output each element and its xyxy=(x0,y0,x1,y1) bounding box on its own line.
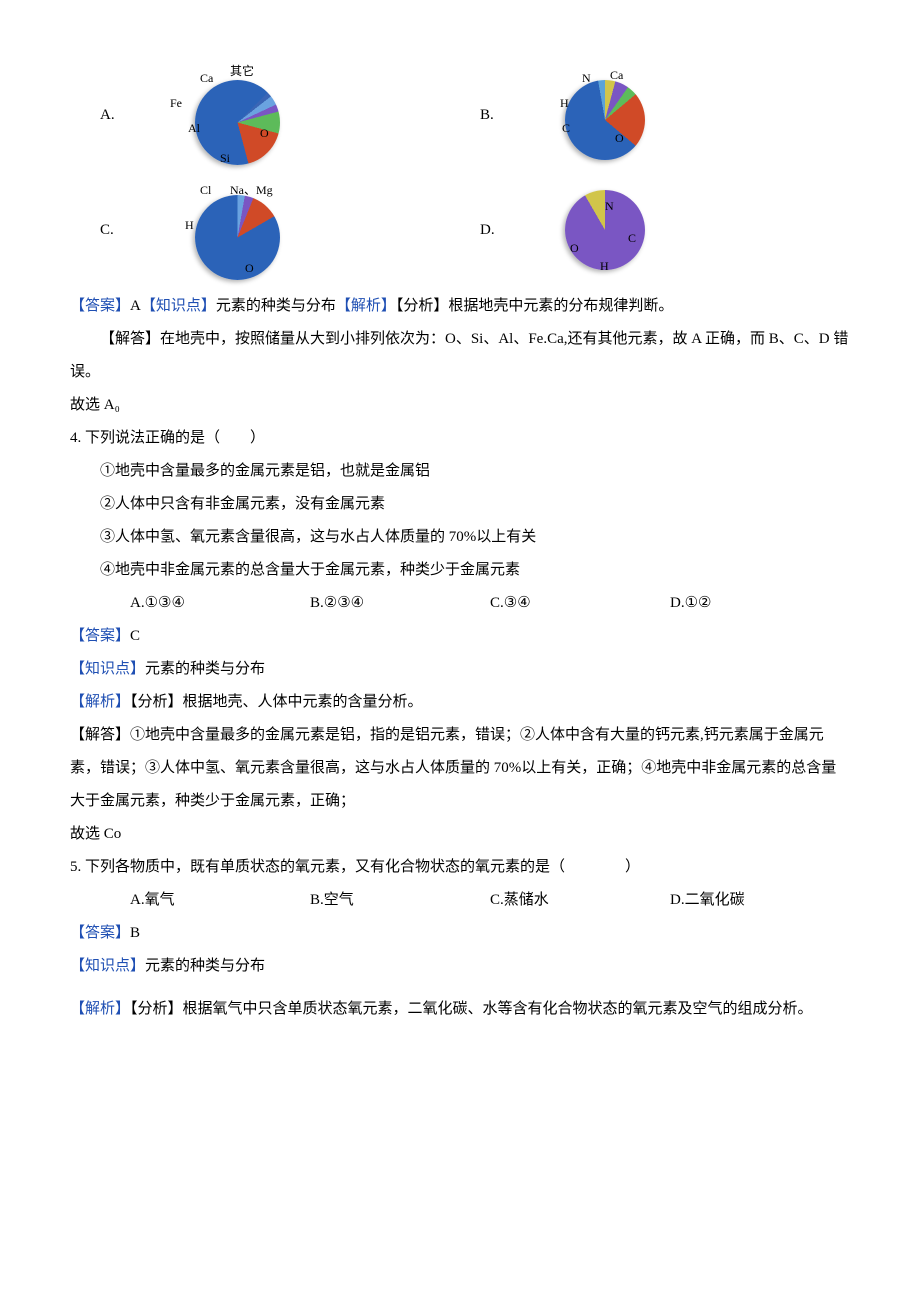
q3-answer-label: 【答案】 xyxy=(70,298,130,314)
q3-kp-value: 元素的种类与分布 xyxy=(216,298,336,314)
pie-d-label-h: H xyxy=(600,253,609,279)
q4-kp-label: 【知识点】 xyxy=(70,661,145,677)
q3-answer-value: A xyxy=(130,298,141,314)
pie-chart-a: 其它 Ca Fe Al Si O xyxy=(140,60,310,170)
q3-answer-line: 【答案】A【知识点】元素的种类与分布【解析】【分析】根据地壳中元素的分布规律判断… xyxy=(70,290,850,323)
pie-a-label-ca: Ca xyxy=(200,65,213,91)
q4-analysis-line: 【解析】【分析】根据地壳、人体中元素的含量分析。 xyxy=(70,686,850,719)
pie-d-label-n: N xyxy=(605,193,614,219)
q5-choice-d: D.二氧化碳 xyxy=(670,884,850,917)
q3-kp-label: 【知识点】 xyxy=(141,298,216,314)
pie-b-label-ca: Ca xyxy=(610,62,623,88)
q4-s4: ④地壳中非金属元素的总含量大于金属元素，种类少于金属元素 xyxy=(70,554,850,587)
q5-stem: 5. 下列各物质中，既有单质状态的氧元素，又有化合物状态的氧元素的是（ ） xyxy=(70,851,850,884)
pie-c-circle xyxy=(195,195,280,280)
q4-s1: ①地壳中含量最多的金属元素是铝，也就是金属铝 xyxy=(70,455,850,488)
pie-chart-b: N Ca H C O xyxy=(520,70,670,160)
pie-b-label-o: O xyxy=(615,125,624,151)
q5-analysis-label: 【解析】 xyxy=(70,1001,130,1017)
q4-analysis-value: 【分析】根据地壳、人体中元素的含量分析。 xyxy=(130,694,423,710)
q5-choices-row: A.氧气 B.空气 C.蒸储水 D.二氧化碳 xyxy=(70,884,850,917)
q5-analysis-line: 【解析】【分析】根据氧气中只含单质状态氧元素，二氧化碳、水等含有化合物状态的氧元… xyxy=(70,993,850,1026)
q4-kp-line: 【知识点】元素的种类与分布 xyxy=(70,653,850,686)
pie-chart-c: Cl Na、Mg H O xyxy=(140,180,310,280)
q4-kp-value: 元素的种类与分布 xyxy=(145,661,265,677)
q3-analysis-value: 【分析】根据地壳中元素的分布规律判断。 xyxy=(396,298,674,314)
q4-answer-value: C xyxy=(130,628,140,644)
q5-answer-value: B xyxy=(130,925,140,941)
pie-c-label-namg: Na、Mg xyxy=(230,177,273,203)
option-row-cd: C. Cl Na、Mg H O D. N C H O xyxy=(70,180,850,280)
pie-a-label-fe: Fe xyxy=(170,90,182,116)
q4-answer-label: 【答案】 xyxy=(70,628,130,644)
pie-a-label-al: Al xyxy=(188,115,200,141)
q4-stem: 4. 下列说法正确的是（ ） xyxy=(70,422,850,455)
q4-analysis-label: 【解析】 xyxy=(70,694,130,710)
q3-analysis-label: 【解析】 xyxy=(336,298,396,314)
option-b-label: B. xyxy=(450,99,520,132)
q5-analysis-value: 【分析】根据氧气中只含单质状态氧元素，二氧化碳、水等含有化合物状态的氧元素及空气… xyxy=(130,1001,813,1017)
q5-answer-label: 【答案】 xyxy=(70,925,130,941)
q4-choice-b: B.②③④ xyxy=(310,587,490,620)
q5-choice-a: A.氧气 xyxy=(130,884,310,917)
q4-s2: ②人体中只含有非金属元素，没有金属元素 xyxy=(70,488,850,521)
option-c-label: C. xyxy=(70,214,140,247)
option-d-label: D. xyxy=(450,214,520,247)
pie-c-label-o: O xyxy=(245,255,254,281)
pie-chart-d: N C H O xyxy=(520,185,670,275)
pie-a-label-o: O xyxy=(260,120,269,146)
q3-solve: 【解答】在地壳中，按照储量从大到小排列依次为：O、Si、Al、Fe.Ca,还有其… xyxy=(70,323,850,389)
pie-b-label-c: C xyxy=(562,115,570,141)
option-a-label: A. xyxy=(70,99,140,132)
option-d-cell: D. N C H O xyxy=(450,185,670,275)
q4-choices-row: A.①③④ B.②③④ C.③④ D.①② xyxy=(70,587,850,620)
pie-b-label-h: H xyxy=(560,90,569,116)
pie-b-circle xyxy=(565,80,645,160)
q5-kp-value: 元素的种类与分布 xyxy=(145,958,265,974)
pie-d-label-o: O xyxy=(570,235,579,261)
pie-c-label-h: H xyxy=(185,212,194,238)
option-a-cell: A. 其它 Ca Fe Al Si O xyxy=(70,60,450,170)
q5-kp-label: 【知识点】 xyxy=(70,958,145,974)
q3-therefore: 故选 A₀ xyxy=(70,389,850,422)
q5-answer-line: 【答案】B xyxy=(70,917,850,950)
q4-s3: ③人体中氢、氧元素含量很高，这与水占人体质量的 70%以上有关 xyxy=(70,521,850,554)
q4-therefore: 故选 Co xyxy=(70,818,850,851)
q4-answer-line: 【答案】C xyxy=(70,620,850,653)
q4-choice-a: A.①③④ xyxy=(130,587,310,620)
q4-solve: 【解答】①地壳中含量最多的金属元素是铝，指的是铝元素，错误；②人体中含有大量的钙… xyxy=(70,719,850,818)
q5-choice-c: C.蒸储水 xyxy=(490,884,670,917)
pie-a-label-other: 其它 xyxy=(230,58,254,84)
option-c-cell: C. Cl Na、Mg H O xyxy=(70,180,450,280)
q4-choice-d: D.①② xyxy=(670,587,850,620)
option-row-ab: A. 其它 Ca Fe Al Si O B. N Ca H C O xyxy=(70,60,850,170)
pie-a-label-si: Si xyxy=(220,145,230,171)
q4-choice-c: C.③④ xyxy=(490,587,670,620)
pie-d-label-c: C xyxy=(628,225,636,251)
q5-kp-line: 【知识点】元素的种类与分布 xyxy=(70,950,850,983)
pie-b-label-n: N xyxy=(582,65,591,91)
option-b-cell: B. N Ca H C O xyxy=(450,70,670,160)
pie-c-label-cl: Cl xyxy=(200,177,211,203)
q5-choice-b: B.空气 xyxy=(310,884,490,917)
